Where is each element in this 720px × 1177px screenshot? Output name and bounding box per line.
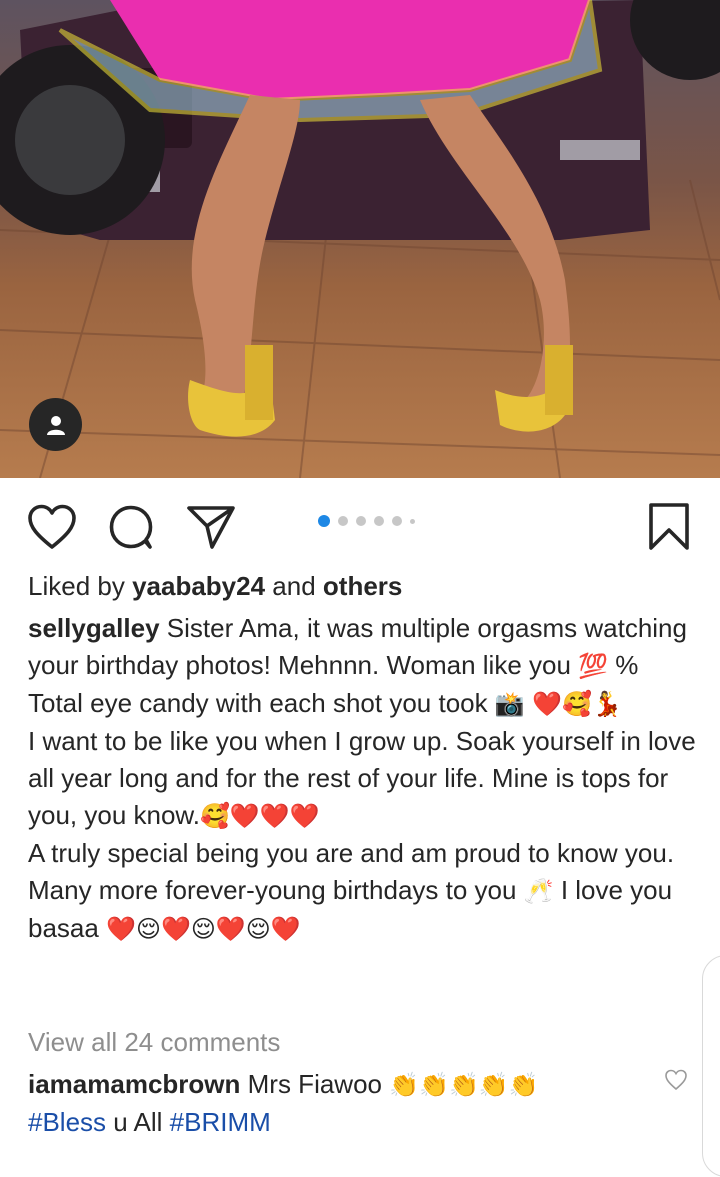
comment-bubble-icon[interactable] [104,500,158,554]
hashtag-link[interactable]: #BRIMM [170,1107,271,1137]
caption-text: I want to be like you when I grow up. So… [28,726,696,830]
caption-username[interactable]: sellygalley [28,613,160,643]
liker-username[interactable]: yaababy24 [132,571,265,601]
carousel-indicator [318,515,415,527]
heart-icon[interactable] [25,500,79,554]
carousel-dot-active [318,515,330,527]
hashtag-link[interactable]: #Bless [28,1107,106,1137]
comment-text: u All [113,1107,163,1137]
post-caption: sellygalley Sister Ama, it was multiple … [28,610,700,948]
comment-username[interactable]: iamamamcbrown [28,1069,240,1099]
likes-summary[interactable]: Liked by yaababy24 and others [28,568,700,605]
floating-panel-edge[interactable] [702,955,720,1177]
paper-plane-icon[interactable] [184,500,238,554]
carousel-dot [410,518,415,524]
post-photo[interactable] [0,0,720,478]
caption-text: A truly special being you are and am pro… [28,838,675,868]
user-avatar-icon[interactable] [29,398,82,451]
comment-like-heart-icon[interactable] [664,1068,688,1092]
caption-text: Many more forever-young birthdays to you [28,875,517,905]
carousel-dot [338,516,348,526]
carousel-dot [374,516,384,526]
caption-emoji: 🥂 [523,877,554,905]
likes-prefix: Liked by [28,571,125,601]
caption-emoji: 📸 ❤️🥰💃 [494,690,623,718]
clap-emoji: 👏👏👏👏👏 [389,1071,539,1099]
view-all-comments-link[interactable]: View all 24 comments [28,1024,700,1061]
carousel-dot [356,516,366,526]
comment-text: Mrs Fiawoo [247,1069,382,1099]
caption-emoji: ❤️😌❤️😌❤️😌❤️ [106,915,301,943]
photo-illustration [0,0,720,478]
carousel-dot [392,516,402,526]
hundred-emoji: 💯 [578,652,609,680]
likes-and: and [272,571,316,601]
bookmark-icon[interactable] [642,500,696,554]
likes-others[interactable]: others [323,571,402,601]
person-icon [46,415,65,435]
caption-emoji: 🥰❤️❤️❤️ [200,802,320,830]
comment-item: iamamamcbrown Mrs Fiawoo 👏👏👏👏👏 #Bless u … [28,1066,648,1141]
